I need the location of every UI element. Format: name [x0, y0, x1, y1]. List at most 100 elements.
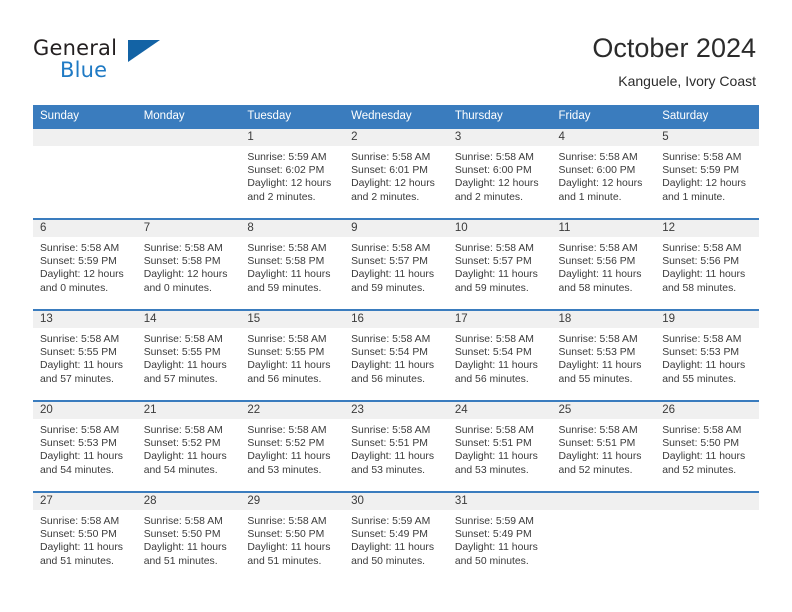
day-number: 8 [240, 220, 345, 237]
daylight-text-line2: and 2 minutes. [247, 191, 316, 203]
sunset-text: Sunset: 5:59 PM [662, 165, 740, 177]
calendar-day-cell[interactable]: 28 Sunrise: 5:58 AM Sunset: 5:50 PM Dayligh… [136, 491, 241, 582]
day-number: 21 [136, 402, 241, 419]
day-cell-empty [33, 127, 137, 218]
day-sun-details: Sunrise: 5:58 AM Sunset: 5:53 PM Daylight:… [552, 328, 656, 386]
sunrise-text: Sunrise: 5:58 AM [143, 243, 223, 254]
daylight-text-line1: Daylight: 11 hours [662, 451, 746, 463]
daylight-text-line1: Daylight: 11 hours [454, 269, 538, 281]
daylight-text-line2: and 53 minutes. [351, 464, 426, 476]
calendar-day-cell[interactable]: 5 Sunrise: 5:58 AM Sunset: 5:59 PM Daylight… [655, 127, 759, 218]
day-cell-empty [655, 491, 759, 582]
sunrise-text: Sunrise: 5:58 AM [247, 425, 327, 436]
sunrise-text: Sunrise: 5:58 AM [662, 152, 742, 163]
calendar-day-cell[interactable]: 30 Sunrise: 5:59 AM Sunset: 5:49 PM Dayligh… [344, 491, 448, 582]
general-blue-logo[interactable]: General Blue [33, 36, 163, 84]
calendar-day-cell[interactable]: 7 Sunrise: 5:58 AM Sunset: 5:58 PM Daylight… [136, 218, 241, 309]
sunset-text: Sunset: 5:51 PM [351, 438, 428, 450]
day-number: 15 [240, 311, 345, 328]
calendar-day-cell[interactable]: 27 Sunrise: 5:58 AM Sunset: 5:50 PM Dayligh… [33, 491, 137, 582]
calendar-week-row: 20 Sunrise: 5:58 AM Sunset: 5:53 PM Dayligh… [33, 400, 759, 491]
daylight-text-line1: Daylight: 11 hours [40, 451, 123, 463]
weekday-header-tuesday: Tuesday [240, 105, 345, 127]
day-sun-details: Sunrise: 5:58 AM Sunset: 5:53 PM Daylight:… [655, 328, 759, 386]
calendar-day-cell[interactable]: 2 Sunrise: 5:58 AM Sunset: 6:01 PM Daylight… [344, 127, 448, 218]
day-cell-inner: 3 Sunrise: 5:58 AM Sunset: 6:00 PM Daylight… [447, 127, 552, 218]
daylight-text-line1: Daylight: 11 hours [558, 360, 642, 372]
calendar-day-cell[interactable]: 4 Sunrise: 5:58 AM Sunset: 6:00 PM Daylight… [551, 127, 656, 218]
calendar-day-cell[interactable]: 19 Sunrise: 5:58 AM Sunset: 5:53 PM Dayligh… [655, 309, 759, 400]
calendar-day-cell[interactable]: 29 Sunrise: 5:58 AM Sunset: 5:50 PM Dayligh… [240, 491, 345, 582]
sunrise-text: Sunrise: 5:59 AM [247, 152, 327, 163]
sunset-text: Sunset: 5:50 PM [143, 529, 221, 541]
daylight-text-line1: Daylight: 11 hours [454, 451, 538, 463]
calendar-day-cell[interactable]: 10 Sunrise: 5:58 AM Sunset: 5:57 PM Dayligh… [447, 218, 552, 309]
sunset-text: Sunset: 5:59 PM [40, 256, 117, 268]
calendar-day-cell[interactable]: 6 Sunrise: 5:58 AM Sunset: 5:59 PM Daylight… [33, 218, 137, 309]
day-cell-inner: 29 Sunrise: 5:58 AM Sunset: 5:50 PM Dayligh… [240, 491, 345, 582]
day-number: 1 [240, 129, 345, 146]
calendar-week-row: 1 Sunrise: 5:59 AM Sunset: 6:02 PM Daylight… [33, 127, 759, 218]
day-number: 5 [655, 129, 759, 146]
daylight-text-line2: and 54 minutes. [143, 464, 218, 476]
calendar-day-cell[interactable]: 26 Sunrise: 5:58 AM Sunset: 5:50 PM Dayligh… [655, 400, 759, 491]
calendar-day-cell[interactable]: 16 Sunrise: 5:58 AM Sunset: 5:54 PM Dayligh… [344, 309, 448, 400]
day-sun-details: Sunrise: 5:58 AM Sunset: 5:59 PM Daylight:… [655, 146, 759, 204]
calendar-day-cell[interactable]: 8 Sunrise: 5:58 AM Sunset: 5:58 PM Daylight… [240, 218, 345, 309]
day-cell-empty [551, 491, 656, 582]
day-number [551, 493, 656, 510]
calendar-day-cell[interactable]: 13 Sunrise: 5:58 AM Sunset: 5:55 PM Dayligh… [33, 309, 137, 400]
calendar-day-cell[interactable]: 24 Sunrise: 5:58 AM Sunset: 5:51 PM Dayligh… [447, 400, 552, 491]
daylight-text-line1: Daylight: 11 hours [351, 451, 435, 463]
day-number: 30 [344, 493, 448, 510]
calendar-day-cell[interactable]: 22 Sunrise: 5:58 AM Sunset: 5:52 PM Dayligh… [240, 400, 345, 491]
calendar-day-cell[interactable]: 23 Sunrise: 5:58 AM Sunset: 5:51 PM Dayligh… [344, 400, 448, 491]
daylight-text-line1: Daylight: 11 hours [454, 360, 538, 372]
day-cell-inner: 26 Sunrise: 5:58 AM Sunset: 5:50 PM Dayligh… [655, 400, 759, 491]
calendar-day-cell[interactable]: 1 Sunrise: 5:59 AM Sunset: 6:02 PM Daylight… [240, 127, 345, 218]
day-sun-details: Sunrise: 5:58 AM Sunset: 5:51 PM Daylight:… [344, 419, 448, 477]
sunset-text: Sunset: 5:51 PM [558, 438, 636, 450]
sunset-text: Sunset: 5:53 PM [558, 347, 636, 359]
calendar-day-cell[interactable]: 11 Sunrise: 5:58 AM Sunset: 5:56 PM Dayligh… [551, 218, 656, 309]
calendar-day-cell[interactable]: 17 Sunrise: 5:58 AM Sunset: 5:54 PM Dayligh… [447, 309, 552, 400]
day-number: 13 [33, 311, 137, 328]
calendar-day-cell[interactable]: 15 Sunrise: 5:58 AM Sunset: 5:55 PM Dayligh… [240, 309, 345, 400]
calendar-day-cell[interactable]: 21 Sunrise: 5:58 AM Sunset: 5:52 PM Dayligh… [136, 400, 241, 491]
daylight-text-line1: Daylight: 11 hours [351, 360, 435, 372]
month-calendar-table: Sunday Monday Tuesday Wednesday Thursday… [33, 105, 759, 582]
day-cell-inner: 7 Sunrise: 5:58 AM Sunset: 5:58 PM Daylight… [136, 218, 241, 309]
calendar-day-cell[interactable]: 31 Sunrise: 5:59 AM Sunset: 5:49 PM Dayligh… [447, 491, 552, 582]
sunset-text: Sunset: 5:53 PM [662, 347, 740, 359]
calendar-day-cell[interactable]: 18 Sunrise: 5:58 AM Sunset: 5:53 PM Dayligh… [551, 309, 656, 400]
daylight-text-line1: Daylight: 11 hours [454, 542, 538, 554]
daylight-text-line2: and 58 minutes. [662, 282, 737, 294]
sunset-text: Sunset: 5:50 PM [247, 529, 325, 541]
sunrise-text: Sunrise: 5:58 AM [558, 334, 638, 345]
day-sun-details: Sunrise: 5:58 AM Sunset: 5:56 PM Daylight:… [552, 237, 656, 295]
day-number: 11 [551, 220, 656, 237]
calendar-day-cell[interactable]: 3 Sunrise: 5:58 AM Sunset: 6:00 PM Daylight… [447, 127, 552, 218]
daylight-text-line2: and 51 minutes. [247, 555, 322, 567]
daylight-text-line2: and 0 minutes. [40, 282, 109, 294]
calendar-day-cell[interactable]: 12 Sunrise: 5:58 AM Sunset: 5:56 PM Dayligh… [655, 218, 759, 309]
sunset-text: Sunset: 5:58 PM [143, 256, 221, 268]
calendar-day-cell[interactable]: 25 Sunrise: 5:58 AM Sunset: 5:51 PM Dayligh… [551, 400, 656, 491]
day-cell-inner: 28 Sunrise: 5:58 AM Sunset: 5:50 PM Dayligh… [136, 491, 241, 582]
sunset-text: Sunset: 6:01 PM [351, 165, 428, 177]
calendar-day-cell[interactable]: 9 Sunrise: 5:58 AM Sunset: 5:57 PM Daylight… [344, 218, 448, 309]
daylight-text-line2: and 2 minutes. [351, 191, 420, 203]
day-cell-inner: 16 Sunrise: 5:58 AM Sunset: 5:54 PM Dayligh… [344, 309, 448, 400]
sunrise-text: Sunrise: 5:58 AM [143, 334, 223, 345]
daylight-text-line2: and 51 minutes. [40, 555, 114, 567]
day-sun-details: Sunrise: 5:58 AM Sunset: 5:51 PM Daylight:… [448, 419, 552, 477]
day-cell-inner: 10 Sunrise: 5:58 AM Sunset: 5:57 PM Dayligh… [447, 218, 552, 309]
calendar-day-cell[interactable]: 14 Sunrise: 5:58 AM Sunset: 5:55 PM Dayligh… [136, 309, 241, 400]
calendar-day-cell[interactable]: 20 Sunrise: 5:58 AM Sunset: 5:53 PM Dayligh… [33, 400, 137, 491]
daylight-text-line2: and 59 minutes. [351, 282, 426, 294]
daylight-text-line1: Daylight: 11 hours [143, 542, 227, 554]
daylight-text-line1: Daylight: 11 hours [143, 360, 227, 372]
day-cell-inner: 31 Sunrise: 5:59 AM Sunset: 5:49 PM Dayligh… [447, 491, 552, 582]
weekday-header-wednesday: Wednesday [344, 105, 448, 127]
day-cell-inner: 11 Sunrise: 5:58 AM Sunset: 5:56 PM Dayligh… [551, 218, 656, 309]
